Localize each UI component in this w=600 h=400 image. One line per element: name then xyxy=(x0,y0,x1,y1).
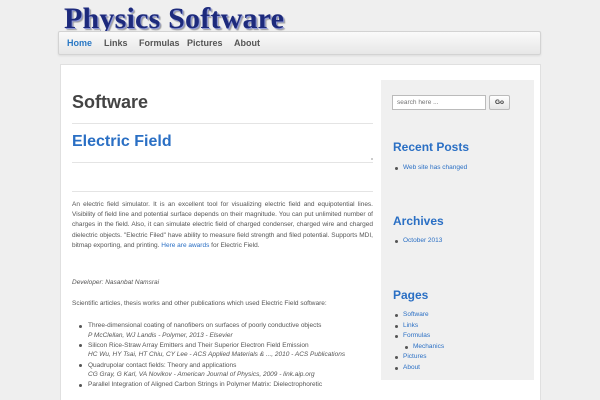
publication-title[interactable]: Silicon Rice-Straw Array Emitters and Th… xyxy=(88,342,309,349)
post-intro: An electric field simulator. It is an ex… xyxy=(72,200,373,251)
archive-link[interactable]: October 2013 xyxy=(393,236,442,247)
nav-home[interactable]: Home xyxy=(67,32,92,54)
publication-authors: CG Gray, G Karl, VA Novikov - American J… xyxy=(88,371,315,379)
pages-title: Pages xyxy=(393,288,429,302)
archives-list: October 2013 xyxy=(393,236,442,247)
page-link-formulas[interactable]: Formulas xyxy=(393,331,444,342)
title-divider xyxy=(72,123,373,124)
post-meta-marker xyxy=(371,158,373,160)
publication-title[interactable]: Parallel Integration of Aligned Carbon S… xyxy=(88,381,322,388)
developer-credit: Developer: Nasanbat Namsrai xyxy=(72,279,160,286)
list-item: Silicon Rice-Straw Array Emitters and Th… xyxy=(77,341,373,360)
nav-pictures[interactable]: Pictures xyxy=(187,32,223,54)
publications-list: Three-dimensional coating of nanofibers … xyxy=(77,321,373,391)
search-button[interactable]: Go xyxy=(489,95,510,110)
publication-title[interactable]: Three-dimensional coating of nanofibers … xyxy=(88,322,321,329)
main-nav: Home Links Formulas Pictures About xyxy=(58,31,541,55)
archives-title: Archives xyxy=(393,214,444,228)
awards-tail: for Electric Field. xyxy=(211,241,260,249)
pages-list: Software Links Formulas Mechanics Pictur… xyxy=(393,310,444,374)
page-link-software[interactable]: Software xyxy=(393,310,444,321)
sidebar: Go Recent Posts Web site has changed Arc… xyxy=(381,80,534,380)
page-link-mechanics[interactable]: Mechanics xyxy=(393,342,444,353)
recent-posts-list: Web site has changed xyxy=(393,163,467,174)
post-meta-divider xyxy=(72,162,373,163)
nav-about[interactable]: About xyxy=(234,32,260,54)
page-link-links[interactable]: Links xyxy=(393,321,444,332)
awards-link[interactable]: Here are awards xyxy=(161,242,209,249)
page-link-pictures[interactable]: Pictures xyxy=(393,352,444,363)
nav-formulas[interactable]: Formulas xyxy=(139,32,180,54)
page-title: Software xyxy=(72,92,149,112)
post-title-link[interactable]: Electric Field xyxy=(72,133,172,151)
list-item: Parallel Integration of Aligned Carbon S… xyxy=(77,380,373,390)
list-item: Quadrupolar contact fields: Theory and a… xyxy=(77,361,373,380)
publication-authors: HC Wu, HY Tsai, HT Chiu, CY Lee - ACS Ap… xyxy=(88,351,346,359)
publication-title[interactable]: Quadrupolar contact fields: Theory and a… xyxy=(88,362,236,369)
recent-posts-title: Recent Posts xyxy=(393,140,470,154)
nav-links[interactable]: Links xyxy=(104,32,128,54)
list-item: Three-dimensional coating of nanofibers … xyxy=(77,321,373,340)
post-divider xyxy=(72,191,373,192)
publications-intro: Scientific articles, thesis works and ot… xyxy=(72,300,327,307)
search-input[interactable] xyxy=(392,95,486,110)
publication-authors: P McClellan, WJ Landis - Polymer, 2013 -… xyxy=(88,331,233,339)
recent-post-link[interactable]: Web site has changed xyxy=(393,163,467,174)
page-link-about[interactable]: About xyxy=(393,363,444,374)
